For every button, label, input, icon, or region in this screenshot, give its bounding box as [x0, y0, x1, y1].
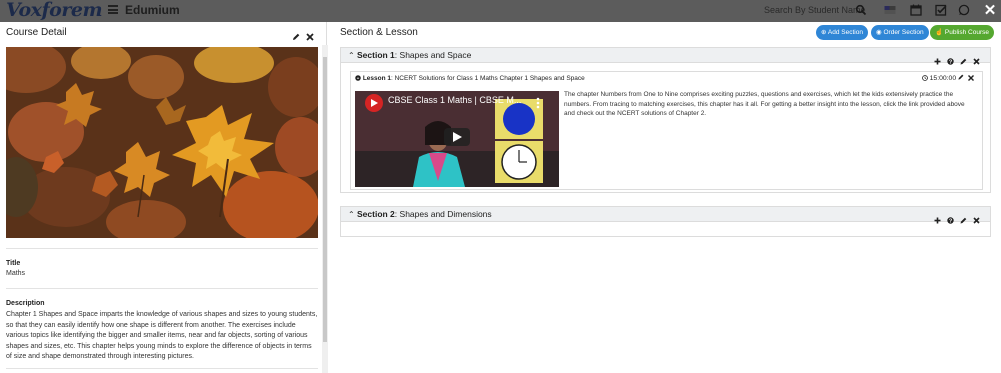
lesson-description: The chapter Numbers from One to Nine com… — [564, 91, 965, 117]
student-search-input[interactable]: Search By Student Name — [764, 5, 866, 15]
order-icon: ◉ — [876, 29, 882, 36]
section-header[interactable]: ⌃ Section 2: Shapes and Dimensions ? — [341, 207, 990, 225]
section-number: Section 1 — [357, 50, 395, 60]
flag-icon[interactable] — [884, 4, 896, 16]
title-value: Maths — [6, 270, 26, 277]
chevron-up-icon[interactable]: ⌃ — [348, 210, 355, 219]
publish-course-label: Publish Course — [944, 29, 989, 36]
thumbs-up-icon: ☝ — [935, 29, 944, 36]
left-panel-scrollbar[interactable] — [322, 45, 328, 373]
course-cover-image — [6, 47, 318, 238]
course-detail-toolbar — [292, 28, 314, 41]
description-value: Chapter 1 Shapes and Space imparts the k… — [6, 311, 318, 360]
plus-icon[interactable] — [934, 52, 941, 65]
delete-icon[interactable] — [973, 52, 980, 65]
video-title: CBSE Class 1 Maths | CBSE M... — [388, 95, 522, 105]
publish-course-button[interactable]: ☝ Publish Course — [930, 25, 994, 40]
lesson-name: : NCERT Solutions for Class 1 Maths Chap… — [391, 75, 585, 82]
course-detail-heading: Course Detail — [6, 27, 67, 38]
top-app-bar: Voxforem Edumium Search By Student Name … — [0, 0, 1001, 22]
close-icon[interactable]: ✕ — [982, 3, 998, 19]
course-modal: Course Detail Title Maths Description Ch… — [0, 22, 1001, 373]
checklist-icon[interactable] — [935, 4, 947, 16]
section-lesson-panel: Section & Lesson ⊕ Add Section ◉ Order S… — [330, 22, 1001, 373]
order-section-label: Order Section — [883, 29, 924, 36]
collapse-circle-icon[interactable] — [355, 75, 363, 82]
plus-icon[interactable] — [934, 211, 941, 224]
lesson-video-player[interactable]: CBSE Class 1 Maths | CBSE M... — [355, 91, 559, 187]
divider — [6, 368, 318, 369]
section-title: Section 2: Shapes and Dimensions — [357, 209, 492, 219]
delete-icon[interactable] — [973, 211, 980, 224]
delete-course-icon[interactable] — [306, 28, 314, 41]
app-logo: Voxforem — [6, 0, 103, 21]
search-icon[interactable] — [855, 4, 867, 16]
course-detail-panel: Course Detail Title Maths Description Ch… — [0, 22, 327, 373]
lesson-duration: 15:00:00 — [921, 74, 964, 82]
section-toolbar: ? — [934, 211, 980, 225]
video-thumbnail — [355, 91, 559, 187]
order-section-button[interactable]: ◉ Order Section — [871, 25, 929, 40]
hamburger-icon[interactable] — [108, 5, 118, 14]
add-section-label: Add Section — [827, 29, 863, 36]
edit-icon[interactable] — [960, 211, 967, 224]
edit-icon[interactable] — [960, 52, 967, 65]
section-card: ⌃ Section 1: Shapes and Space ? Lesson 1… — [340, 47, 991, 193]
divider — [6, 248, 318, 249]
edit-course-icon[interactable] — [292, 28, 300, 40]
whatsapp-icon[interactable] — [958, 4, 970, 16]
lesson-duration-value: 15:00:00 — [929, 75, 957, 82]
scrollbar-thumb[interactable] — [323, 57, 327, 342]
lesson-number: Lesson 1 — [362, 75, 391, 82]
edit-lesson-icon[interactable] — [958, 74, 964, 82]
help-icon[interactable]: ? — [947, 211, 954, 225]
section-header[interactable]: ⌃ Section 1: Shapes and Space ? — [341, 48, 990, 66]
section-card: ⌃ Section 2: Shapes and Dimensions ? — [340, 206, 991, 237]
calendar-icon[interactable] — [910, 4, 922, 16]
delete-lesson-icon[interactable] — [968, 75, 974, 81]
description-label: Description — [6, 300, 45, 307]
section-name: : Shapes and Dimensions — [394, 209, 492, 219]
add-section-button[interactable]: ⊕ Add Section — [816, 25, 868, 40]
title-label: Title — [6, 260, 21, 267]
section-name: : Shapes and Space — [394, 50, 472, 60]
clock-icon — [921, 75, 930, 82]
section-number: Section 2 — [357, 209, 395, 219]
help-icon[interactable]: ? — [947, 52, 954, 66]
plus-circle-icon: ⊕ — [821, 29, 827, 36]
chevron-up-icon[interactable]: ⌃ — [348, 51, 355, 60]
divider — [6, 288, 318, 289]
section-toolbar: ? — [934, 52, 980, 66]
app-name: Edumium — [125, 3, 180, 17]
section-lesson-heading: Section & Lesson — [340, 27, 418, 38]
lesson-header[interactable]: Lesson 1: NCERT Solutions for Class 1 Ma… — [355, 75, 585, 82]
section-title: Section 1: Shapes and Space — [357, 50, 471, 60]
lesson-card: Lesson 1: NCERT Solutions for Class 1 Ma… — [350, 71, 983, 190]
